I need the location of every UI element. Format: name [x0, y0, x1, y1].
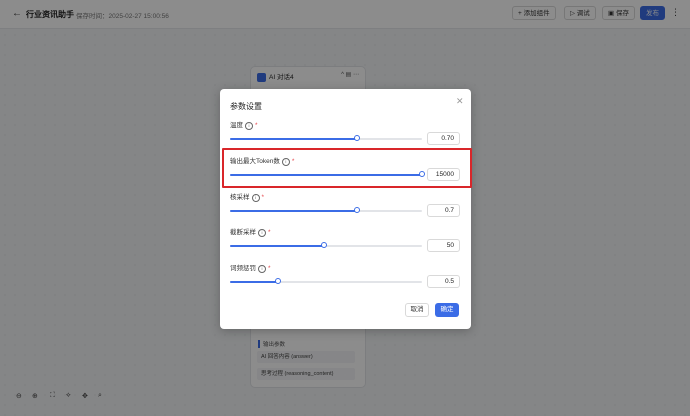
slider-thumb[interactable] — [321, 242, 328, 248]
dialog-title: 参数设置 — [230, 102, 262, 111]
info-icon[interactable]: i — [258, 229, 266, 237]
cancel-button[interactable]: 取消 — [405, 303, 429, 317]
frequency-penalty-slider[interactable] — [230, 278, 422, 284]
info-icon[interactable]: i — [245, 122, 253, 130]
required-mark: * — [268, 265, 271, 272]
slider-fill — [230, 138, 357, 140]
temperature-input[interactable]: 0.70 — [427, 132, 460, 145]
required-mark: * — [261, 194, 265, 201]
highlight-box — [222, 148, 472, 188]
top-p-slider[interactable] — [230, 207, 422, 213]
top-k-slider[interactable] — [230, 242, 422, 248]
param-label-top-p: 核采样 i * — [230, 191, 264, 202]
required-mark: * — [255, 122, 258, 129]
param-label-temperature: 温度 i * — [230, 119, 258, 130]
slider-thumb[interactable] — [353, 135, 360, 141]
slider-fill — [230, 210, 357, 212]
slider-fill — [230, 281, 278, 283]
slider-thumb[interactable] — [353, 207, 360, 213]
param-name: 词频惩罚 — [230, 265, 256, 272]
required-mark: * — [268, 229, 271, 236]
param-name: 截断采样 — [230, 229, 256, 236]
param-name: 温度 — [230, 122, 243, 129]
frequency-penalty-input[interactable]: 0.5 — [427, 275, 460, 288]
slider-thumb[interactable] — [275, 278, 281, 284]
info-icon[interactable]: i — [251, 194, 260, 202]
slider-fill — [230, 245, 325, 247]
info-icon[interactable]: i — [258, 265, 266, 273]
param-label-top-k: 截断采样 i * — [230, 226, 271, 237]
close-icon[interactable]: ✕ — [456, 96, 464, 107]
top-k-input[interactable]: 50 — [427, 239, 460, 252]
param-settings-dialog: 参数设置 ✕ 温度 i * 0.70 输出最大Token数 i * 15000 核采样 i… — [220, 89, 471, 329]
param-label-frequency-penalty: 词频惩罚 i * — [230, 262, 271, 273]
top-p-input[interactable]: 0.7 — [427, 204, 460, 217]
temperature-slider[interactable] — [230, 135, 422, 141]
param-name: 核采样 — [230, 194, 250, 201]
confirm-button[interactable]: 确定 — [435, 303, 459, 317]
